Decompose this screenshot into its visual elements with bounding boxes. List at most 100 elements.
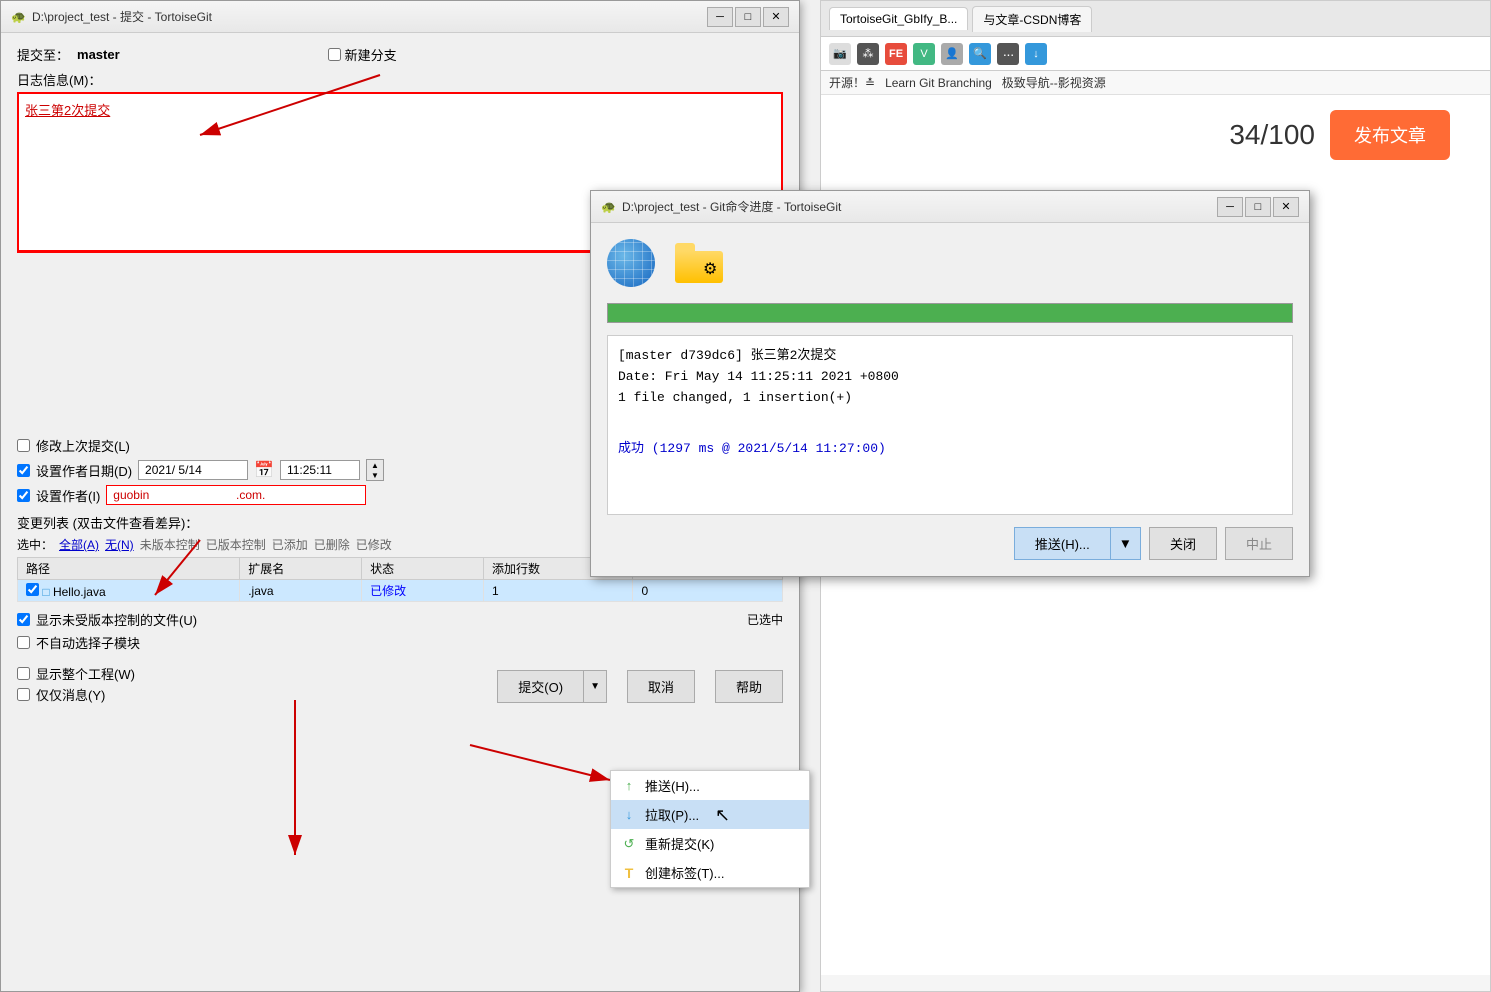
time-input[interactable] xyxy=(280,460,360,480)
show-whole-project-checkbox[interactable] xyxy=(17,667,30,680)
nav-icon-7[interactable]: ··· xyxy=(997,43,1019,65)
publish-button[interactable]: 发布文章 xyxy=(1330,110,1450,160)
progress-window-title: 🐢 D:\project_test - Git命令进度 - TortoiseGi… xyxy=(601,198,841,215)
action-buttons: 显示整个工程(W) 仅仅消息(Y) 提交(O) ▼ 取消 帮助 xyxy=(17,664,783,708)
progress-maximize[interactable]: □ xyxy=(1245,197,1271,217)
progress-window: 🐢 D:\project_test - Git命令进度 - TortoiseGi… xyxy=(590,190,1310,577)
push-arrow-button[interactable]: ▼ xyxy=(1111,527,1141,560)
tortoisegit-icon: 🐢 xyxy=(11,10,26,24)
abort-button[interactable]: 中止 xyxy=(1225,527,1293,560)
nav-icon-4[interactable]: V xyxy=(913,43,935,65)
close-progress-button[interactable]: 关闭 xyxy=(1149,527,1217,560)
file-checkbox[interactable] xyxy=(26,583,39,596)
target-row: 提交至： master 新建分支 xyxy=(17,45,783,64)
col-status: 状态 xyxy=(362,558,484,580)
tag-menu-icon: T xyxy=(621,865,637,881)
help-button[interactable]: 帮助 xyxy=(715,670,783,703)
set-author-checkbox[interactable] xyxy=(17,489,30,502)
nav-icon-2[interactable]: ⁂ xyxy=(857,43,879,65)
globe-icon xyxy=(607,239,655,287)
set-author-label: 设置作者(I) xyxy=(36,486,100,505)
nav-icon-1[interactable]: 📷 xyxy=(829,43,851,65)
menu-item-tag-label: 创建标签(T)... xyxy=(645,863,724,882)
browser-tab-1[interactable]: TortoiseGit_GbIfy_B... xyxy=(829,7,968,30)
file-deleted: 0 xyxy=(633,580,783,602)
minimize-button[interactable]: ─ xyxy=(707,7,733,27)
target-label: 提交至： xyxy=(17,45,69,64)
select-none-link[interactable]: 无(N) xyxy=(105,536,134,553)
folder-gear-icon: ⚙ xyxy=(703,259,717,279)
recommit-menu-icon: ↺ xyxy=(621,836,637,852)
cancel-button[interactable]: 取消 xyxy=(627,670,695,703)
versioned-link: 已版本控制 xyxy=(206,536,266,553)
output-line-2: Date: Fri May 14 11:25:11 2021 +0800 xyxy=(618,367,1282,388)
show-unversioned-checkbox[interactable] xyxy=(17,613,30,626)
push-menu-icon: ↑ xyxy=(621,778,637,794)
file-ext: .java xyxy=(240,580,362,602)
table-row[interactable]: □ Hello.java .java 已修改 1 0 xyxy=(18,580,783,602)
maximize-button[interactable]: □ xyxy=(735,7,761,27)
only-messages-checkbox[interactable] xyxy=(17,688,30,701)
amend-label: 修改上次提交(L) xyxy=(36,436,130,455)
nav-icon-8[interactable]: ↓ xyxy=(1025,43,1047,65)
progress-window-controls: ─ □ ✕ xyxy=(1217,197,1299,217)
time-up[interactable]: ▲ xyxy=(367,460,383,470)
commit-window-title: 🐢 D:\project_test - 提交 - TortoiseGit xyxy=(11,8,212,25)
commit-button[interactable]: 提交(O) xyxy=(497,670,584,703)
menu-item-push[interactable]: ↑ 推送(H)... xyxy=(611,771,809,800)
log-label: 日志信息(M)： xyxy=(17,70,783,89)
deleted-link: 已删除 xyxy=(314,536,350,553)
word-count: 34/100 xyxy=(1229,119,1315,151)
menu-item-recommit[interactable]: ↺ 重新提交(K) xyxy=(611,829,809,858)
commit-arrow[interactable]: ▼ xyxy=(584,670,607,703)
progress-bar-container xyxy=(607,303,1293,323)
browser-toolbar: TortoiseGit_GbIfy_B... 与文章-CSDN博客 xyxy=(821,1,1490,37)
publish-area: 34/100 发布文章 xyxy=(841,110,1470,160)
output-area: [master d739dc6] 张三第2次提交 Date: Fri May 1… xyxy=(607,335,1293,515)
file-status: 已修改 xyxy=(362,580,484,602)
close-button[interactable]: ✕ xyxy=(763,7,789,27)
folder-icon: ⚙ xyxy=(675,243,723,283)
browser-bookmarks: 开源！≛ Learn Git Branching 极致导航--影视资源 xyxy=(821,71,1490,95)
menu-item-pull[interactable]: ↓ 拉取(P)... xyxy=(611,800,809,829)
bookmark-1[interactable]: 开源！≛ xyxy=(829,74,875,91)
show-unversioned-row: 显示未受版本控制的文件(U) 已选中 xyxy=(17,610,783,629)
progress-buttons: 推送(H)... ▼ 关闭 中止 xyxy=(607,527,1293,560)
author-input[interactable] xyxy=(106,485,366,505)
date-input[interactable] xyxy=(138,460,248,480)
progress-minimize[interactable]: ─ xyxy=(1217,197,1243,217)
col-path: 路径 xyxy=(18,558,240,580)
no-auto-select-row: 不自动选择子模块 xyxy=(17,633,783,652)
nav-icon-3[interactable]: FE xyxy=(885,43,907,65)
no-auto-select-checkbox[interactable] xyxy=(17,636,30,649)
progress-bar-fill xyxy=(608,304,1292,322)
time-spinner[interactable]: ▲ ▼ xyxy=(366,459,384,481)
file-name: Hello.java xyxy=(53,585,106,599)
set-date-checkbox[interactable] xyxy=(17,464,30,477)
amend-checkbox[interactable] xyxy=(17,439,30,452)
browser-nav-bar: 📷 ⁂ FE V 👤 🔍 ··· ↓ xyxy=(821,37,1490,71)
window-controls: ─ □ ✕ xyxy=(707,7,789,27)
push-btn-group: 推送(H)... ▼ xyxy=(1014,527,1141,560)
progress-git-icon: 🐢 xyxy=(601,200,616,214)
bookmark-learn-git[interactable]: Learn Git Branching xyxy=(885,76,992,90)
bookmark-3[interactable]: 极致导航--影视资源 xyxy=(1002,74,1106,91)
browser-tab-2[interactable]: 与文章-CSDN博客 xyxy=(972,6,1092,32)
progress-close[interactable]: ✕ xyxy=(1273,197,1299,217)
show-whole-project-label: 显示整个工程(W) xyxy=(36,664,135,683)
output-line-spacer xyxy=(618,416,1282,437)
time-down[interactable]: ▼ xyxy=(367,470,383,480)
new-branch-checkbox[interactable] xyxy=(328,48,341,61)
pull-menu-icon: ↓ xyxy=(621,807,637,823)
output-line-3: 1 file changed, 1 insertion(+) xyxy=(618,388,1282,409)
new-branch-label: 新建分支 xyxy=(345,45,397,64)
select-all-link[interactable]: 全部(A) xyxy=(59,536,99,553)
output-success-line: 成功 (1297 ms @ 2021/5/14 11:27:00) xyxy=(618,437,1282,456)
menu-item-tag[interactable]: T 创建标签(T)... xyxy=(611,858,809,887)
nav-icon-5[interactable]: 👤 xyxy=(941,43,963,65)
select-label: 选中： xyxy=(17,536,53,553)
push-button[interactable]: 推送(H)... xyxy=(1014,527,1111,560)
progress-content: ⚙ [master d739dc6] 张三第2次提交 Date: Fri May… xyxy=(591,223,1309,576)
nav-icon-6[interactable]: 🔍 xyxy=(969,43,991,65)
calendar-icon[interactable]: 📅 xyxy=(254,460,274,480)
